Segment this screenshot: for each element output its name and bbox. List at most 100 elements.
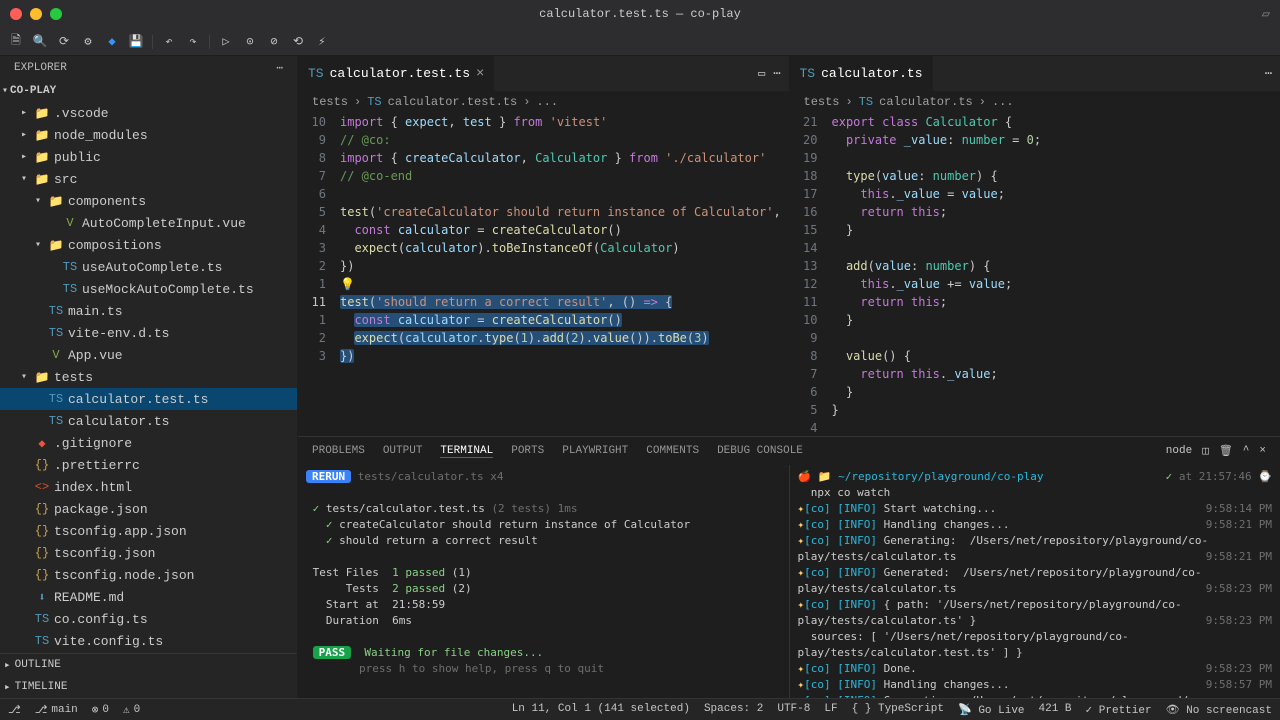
- html-file-icon: <>: [34, 480, 50, 494]
- panel-tab-ports[interactable]: PORTS: [511, 445, 544, 457]
- undo-icon[interactable]: ↶: [161, 34, 177, 50]
- warning-count[interactable]: ⚠ 0: [123, 703, 140, 717]
- bottom-panel: PROBLEMS OUTPUT TERMINAL PORTS PLAYWRIGH…: [298, 436, 1280, 698]
- source-control-branch[interactable]: ⎇ main: [35, 703, 78, 717]
- encoding[interactable]: UTF-8: [777, 703, 810, 717]
- trash-icon[interactable]: 🗑: [1219, 444, 1233, 458]
- cursor-position[interactable]: Ln 11, Col 1 (141 selected): [512, 703, 690, 717]
- file-tsconfig-app-json[interactable]: {}tsconfig.app.json: [0, 520, 297, 542]
- maximize-panel-icon[interactable]: ^: [1243, 445, 1250, 457]
- minimize-window-button[interactable]: [30, 8, 42, 20]
- bolt-icon[interactable]: ⚡: [314, 34, 330, 50]
- indentation[interactable]: Spaces: 2: [704, 703, 763, 717]
- ts-file-icon: TS: [48, 392, 64, 406]
- settings-icon[interactable]: ⚙: [80, 34, 96, 50]
- editor-group-left: TS calculator.test.ts × ▭ ⋯ tests › TS c…: [298, 56, 790, 436]
- folder-src[interactable]: ▾📁src: [0, 168, 297, 190]
- new-file-icon[interactable]: 🗎: [8, 34, 24, 50]
- breadcrumb-segment: calculator.test.ts: [388, 95, 518, 109]
- file-label: useMockAutoComplete.ts: [82, 282, 254, 297]
- redo-icon[interactable]: ↷: [185, 34, 201, 50]
- save-icon[interactable]: 💾: [128, 34, 144, 50]
- file-label: main.ts: [68, 304, 123, 319]
- file-calculator-ts[interactable]: TScalculator.ts: [0, 410, 297, 432]
- file-tsconfig-json[interactable]: {}tsconfig.json: [0, 542, 297, 564]
- folder--vscode[interactable]: ▸📁.vscode: [0, 102, 297, 124]
- file-co-config-ts[interactable]: TS co.config.ts: [0, 608, 297, 630]
- panel-tab-output[interactable]: OUTPUT: [383, 445, 423, 457]
- folder-file-icon: 📁: [48, 238, 64, 253]
- run-icon[interactable]: ▷: [218, 34, 234, 50]
- split-editor-icon[interactable]: ▭: [758, 66, 765, 81]
- maximize-window-button[interactable]: [50, 8, 62, 20]
- terminal-left[interactable]: RERUN tests/calculator.ts x4 ✓ tests/cal…: [298, 465, 790, 698]
- go-live[interactable]: 📡 Go Live: [958, 703, 1025, 717]
- panel-tab-comments[interactable]: COMMENTS: [646, 445, 699, 457]
- terminal-shell-label[interactable]: node: [1166, 445, 1192, 457]
- file-useautocomplete-ts[interactable]: TS useAutoComplete.ts: [0, 256, 297, 278]
- project-root[interactable]: ▾ CO-PLAY: [0, 80, 297, 102]
- customize-layout-icon[interactable]: ▱: [1262, 6, 1270, 23]
- ts-file-icon: TS: [800, 66, 816, 81]
- file-label: co.config.ts: [54, 612, 148, 627]
- refresh-icon[interactable]: ⟳: [56, 34, 72, 50]
- file-calculator-test-ts[interactable]: TScalculator.test.ts: [0, 388, 297, 410]
- remote-indicator-icon[interactable]: ⎇: [8, 703, 21, 717]
- error-count[interactable]: ⊗ 0: [92, 703, 109, 717]
- file-index-html[interactable]: <>index.html: [0, 476, 297, 498]
- file-main-ts[interactable]: TS main.ts: [0, 300, 297, 322]
- folder-compositions[interactable]: ▾📁compositions: [0, 234, 297, 256]
- screencast-status[interactable]: 👁 No screencast: [1166, 703, 1272, 717]
- ts-file-icon: TS: [62, 260, 78, 274]
- split-terminal-icon[interactable]: ◫: [1202, 444, 1209, 458]
- folder-components[interactable]: ▾📁components: [0, 190, 297, 212]
- file-vite-env-d-ts[interactable]: TSvite-env.d.ts: [0, 322, 297, 344]
- timeline-section[interactable]: ▸ TIMELINE: [0, 676, 297, 698]
- eol[interactable]: LF: [824, 703, 837, 717]
- tab-calculator[interactable]: TS calculator.ts: [790, 56, 934, 91]
- bookmark-icon[interactable]: ◆: [104, 34, 120, 50]
- panel-tab-terminal[interactable]: TERMINAL: [440, 445, 493, 458]
- folder-node-modules[interactable]: ▸📁node_modules: [0, 124, 297, 146]
- file-package-json[interactable]: {}package.json: [0, 498, 297, 520]
- breadcrumb[interactable]: tests › TS calculator.ts › ...: [790, 91, 1280, 113]
- file--prettierrc[interactable]: {}.prettierrc: [0, 454, 297, 476]
- debug-icon[interactable]: ⊙: [242, 34, 258, 50]
- folder-tests[interactable]: ▾📁tests: [0, 366, 297, 388]
- tab-more-icon[interactable]: ⋯: [1265, 66, 1272, 81]
- code-editor-left[interactable]: 1098765432111123 import { expect, test }…: [298, 113, 789, 436]
- terminal-right[interactable]: 🍎 📁 ~/repository/playground/co-play✓ at …: [790, 465, 1280, 698]
- line-gutter: 1098765432111123: [298, 113, 336, 436]
- tab-more-icon[interactable]: ⋯: [773, 66, 780, 81]
- file-vite-config-ts[interactable]: TSvite.config.ts: [0, 630, 297, 652]
- ts-file-icon: TS: [48, 304, 64, 318]
- language-mode[interactable]: { } TypeScript: [852, 703, 944, 717]
- search-icon[interactable]: 🔍: [32, 34, 48, 50]
- close-window-button[interactable]: [10, 8, 22, 20]
- outline-section[interactable]: ▸ OUTLINE: [0, 654, 297, 676]
- stop-icon[interactable]: ⊘: [266, 34, 282, 50]
- file-label: useAutoComplete.ts: [82, 260, 222, 275]
- file-app-vue[interactable]: VApp.vue: [0, 344, 297, 366]
- panel-tab-problems[interactable]: PROBLEMS: [312, 445, 365, 457]
- tab-calculator-test[interactable]: TS calculator.test.ts ×: [298, 56, 495, 91]
- breadcrumb[interactable]: tests › TS calculator.test.ts › ...: [298, 91, 789, 113]
- ts-file-icon: TS: [34, 612, 50, 626]
- close-panel-icon[interactable]: ×: [1259, 445, 1266, 457]
- file-size[interactable]: 421 B: [1039, 703, 1072, 717]
- prettier-status[interactable]: ✓ Prettier: [1086, 703, 1152, 717]
- breadcrumb-segment: tests: [312, 95, 348, 109]
- code-editor-right[interactable]: 21201918171615141312111098765432123 expo…: [790, 113, 1280, 436]
- folder-public[interactable]: ▸📁public: [0, 146, 297, 168]
- file--gitignore[interactable]: ◆.gitignore: [0, 432, 297, 454]
- ts-file-icon: TS: [62, 282, 78, 296]
- sync-icon[interactable]: ⟲: [290, 34, 306, 50]
- close-tab-icon[interactable]: ×: [476, 66, 484, 82]
- file-tsconfig-node-json[interactable]: {}tsconfig.node.json: [0, 564, 297, 586]
- file-readme-md[interactable]: ⬇README.md: [0, 586, 297, 608]
- file-autocompleteinput-vue[interactable]: VAutoCompleteInput.vue: [0, 212, 297, 234]
- panel-tab-debug-console[interactable]: DEBUG CONSOLE: [717, 445, 803, 457]
- explorer-more-icon[interactable]: ⋯: [276, 61, 283, 75]
- panel-tab-playwright[interactable]: PLAYWRIGHT: [562, 445, 628, 457]
- file-usemockautocomplete-ts[interactable]: TS useMockAutoComplete.ts: [0, 278, 297, 300]
